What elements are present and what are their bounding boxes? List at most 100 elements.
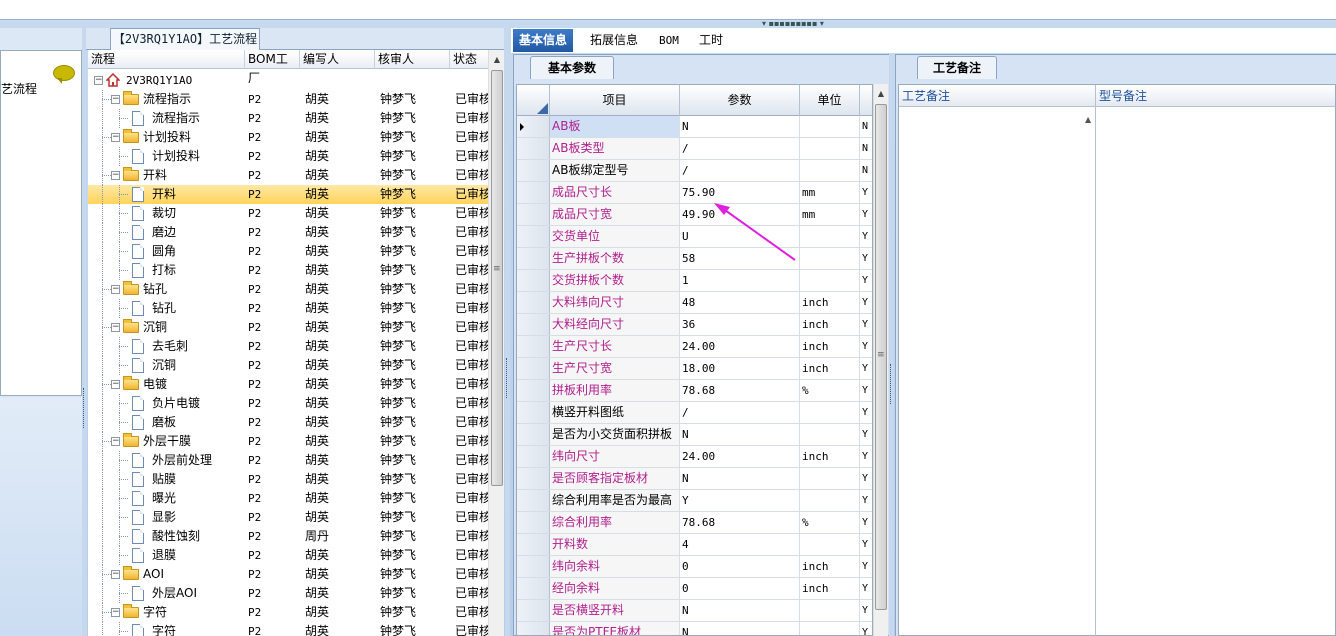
row-selector[interactable] [517, 600, 550, 621]
row-selector[interactable] [517, 160, 550, 181]
row-selector[interactable] [517, 622, 550, 635]
collapse-icon[interactable]: − [111, 95, 120, 104]
param-unit-cell[interactable]: inch [800, 446, 860, 467]
tree-folder-row[interactable]: − 计划投料 P2 胡英 钟梦飞 已审核 [88, 128, 488, 147]
nav-item-process[interactable]: 艺流程 [1, 79, 37, 99]
param-row[interactable]: 经向余料 0 inch Y [517, 578, 872, 600]
tab-process-remarks[interactable]: 工艺备注 [917, 56, 997, 79]
param-value-cell[interactable]: N [680, 424, 800, 445]
param-value-cell[interactable]: / [680, 402, 800, 423]
tree-row[interactable]: 退膜 P2 胡英 钟梦飞 已审核 [88, 546, 488, 565]
tab-work-hours[interactable]: 工时 [693, 29, 729, 52]
param-row[interactable]: 交货拼板个数 1 Y [517, 270, 872, 292]
collapse-icon[interactable]: − [111, 171, 120, 180]
tree-row[interactable]: 外层前处理 P2 胡英 钟梦飞 已审核 [88, 451, 488, 470]
tree-root-row[interactable]: − 2V3RQ1Y1AO [88, 71, 488, 90]
row-selector[interactable] [517, 226, 550, 247]
row-selector[interactable] [517, 182, 550, 203]
collapse-icon[interactable]: − [111, 323, 120, 332]
param-row[interactable]: 生产尺寸宽 18.00 inch Y [517, 358, 872, 380]
tree-row[interactable]: 外层AOI P2 胡英 钟梦飞 已审核 [88, 584, 488, 603]
param-value-cell[interactable]: 78.68 [680, 512, 800, 533]
param-unit-cell[interactable] [800, 160, 860, 181]
column-header-status[interactable]: 状态 [450, 50, 488, 69]
row-selector[interactable] [517, 578, 550, 599]
param-row[interactable]: 是否横竖开料 N Y [517, 600, 872, 622]
column-header-process[interactable]: 流程 [88, 50, 245, 69]
param-unit-cell[interactable]: % [800, 512, 860, 533]
column-header-unit[interactable]: 单位 [800, 85, 860, 116]
param-value-cell[interactable]: 0 [680, 578, 800, 599]
param-unit-cell[interactable]: inch [800, 314, 860, 335]
row-selector[interactable] [517, 446, 550, 467]
param-row[interactable]: 开料数 4 Y [517, 534, 872, 556]
param-value-cell[interactable]: N [680, 116, 800, 137]
row-selector[interactable] [517, 556, 550, 577]
tree-folder-row[interactable]: − AOI P2 胡英 钟梦飞 已审核 [88, 565, 488, 584]
param-row[interactable]: 大料纬向尺寸 48 inch Y [517, 292, 872, 314]
tree-folder-row[interactable]: − 字符 P2 胡英 钟梦飞 已审核 [88, 603, 488, 622]
param-row[interactable]: 交货单位 U Y [517, 226, 872, 248]
tree-scrollbar[interactable]: ▲ ≡ [488, 50, 504, 636]
params-scrollbar[interactable]: ▲ ≡ [873, 84, 888, 636]
param-value-cell[interactable]: 24.00 [680, 336, 800, 357]
tree-row[interactable]: 负片电镀 P2 胡英 钟梦飞 已审核 [88, 394, 488, 413]
tree-folder-row[interactable]: − 电镀 P2 胡英 钟梦飞 已审核 [88, 375, 488, 394]
tree-row[interactable]: 打标 P2 胡英 钟梦飞 已审核 [88, 261, 488, 280]
param-unit-cell[interactable]: inch [800, 556, 860, 577]
tree-row[interactable]: 流程指示 P2 胡英 钟梦飞 已审核 [88, 109, 488, 128]
collapse-icon[interactable]: − [111, 570, 120, 579]
row-selector[interactable] [517, 358, 550, 379]
param-row[interactable]: 横竖开料图纸 / Y [517, 402, 872, 424]
column-header-item[interactable]: 项目 [550, 85, 680, 116]
param-value-cell[interactable]: / [680, 160, 800, 181]
param-unit-cell[interactable] [800, 402, 860, 423]
param-unit-cell[interactable]: inch [800, 292, 860, 313]
row-selector-header[interactable] [517, 85, 550, 116]
tab-bom[interactable]: BOM [653, 29, 685, 52]
param-unit-cell[interactable] [800, 116, 860, 137]
tree-row[interactable]: 圆角 P2 胡英 钟梦飞 已审核 [88, 242, 488, 261]
row-selector[interactable] [517, 248, 550, 269]
tree-row[interactable]: 酸性蚀刻 P2 周丹 钟梦飞 已审核 [88, 527, 488, 546]
left-splitter[interactable] [82, 28, 87, 636]
param-value-cell[interactable]: 78.68 [680, 380, 800, 401]
row-selector[interactable] [517, 534, 550, 555]
column-header-bom-factory[interactable]: BOM工厂 [245, 50, 300, 85]
tree-row[interactable]: 去毛刺 P2 胡英 钟梦飞 已审核 [88, 337, 488, 356]
param-row[interactable]: 成品尺寸长 75.90 mm Y [517, 182, 872, 204]
tree-row[interactable]: 沉铜 P2 胡英 钟梦飞 已审核 [88, 356, 488, 375]
param-unit-cell[interactable]: inch [800, 336, 860, 357]
param-row[interactable]: 综合利用率是否为最高 Y Y [517, 490, 872, 512]
param-value-cell[interactable]: N [680, 468, 800, 489]
collapse-icon[interactable]: − [94, 76, 103, 85]
param-value-cell[interactable]: 48 [680, 292, 800, 313]
param-unit-cell[interactable]: inch [800, 358, 860, 379]
collapse-grip-icon[interactable]: ▾ ▪▪▪▪▪▪▪▪▪ ▾ [762, 20, 824, 28]
param-unit-cell[interactable] [800, 534, 860, 555]
param-row[interactable]: AB板 N N [517, 116, 872, 138]
param-value-cell[interactable]: Y [680, 490, 800, 511]
row-selector[interactable] [517, 314, 550, 335]
tree-row[interactable]: 磨边 P2 胡英 钟梦飞 已审核 [88, 223, 488, 242]
param-unit-cell[interactable] [800, 468, 860, 489]
row-selector[interactable] [517, 292, 550, 313]
param-row[interactable]: 生产尺寸长 24.00 inch Y [517, 336, 872, 358]
param-value-cell[interactable]: 4 [680, 534, 800, 555]
collapse-icon[interactable]: − [111, 133, 120, 142]
param-row[interactable]: 是否为小交货面积拼板 N Y [517, 424, 872, 446]
param-value-cell[interactable]: 36 [680, 314, 800, 335]
tree-row[interactable]: 磨板 P2 胡英 钟梦飞 已审核 [88, 413, 488, 432]
param-value-cell[interactable]: 18.00 [680, 358, 800, 379]
collapse-icon[interactable]: − [111, 437, 120, 446]
param-row[interactable]: 是否为PTFE板材 N Y [517, 622, 872, 635]
param-value-cell[interactable]: 1 [680, 270, 800, 291]
row-selector[interactable] [517, 138, 550, 159]
collapse-icon[interactable]: − [111, 380, 120, 389]
scroll-up-icon[interactable]: ▲ [489, 52, 505, 68]
row-selector[interactable] [517, 204, 550, 225]
param-unit-cell[interactable] [800, 622, 860, 635]
tab-extended-info[interactable]: 拓展信息 [584, 29, 644, 52]
param-value-cell[interactable]: 0 [680, 556, 800, 577]
column-header-writer[interactable]: 编写人 [300, 50, 375, 69]
